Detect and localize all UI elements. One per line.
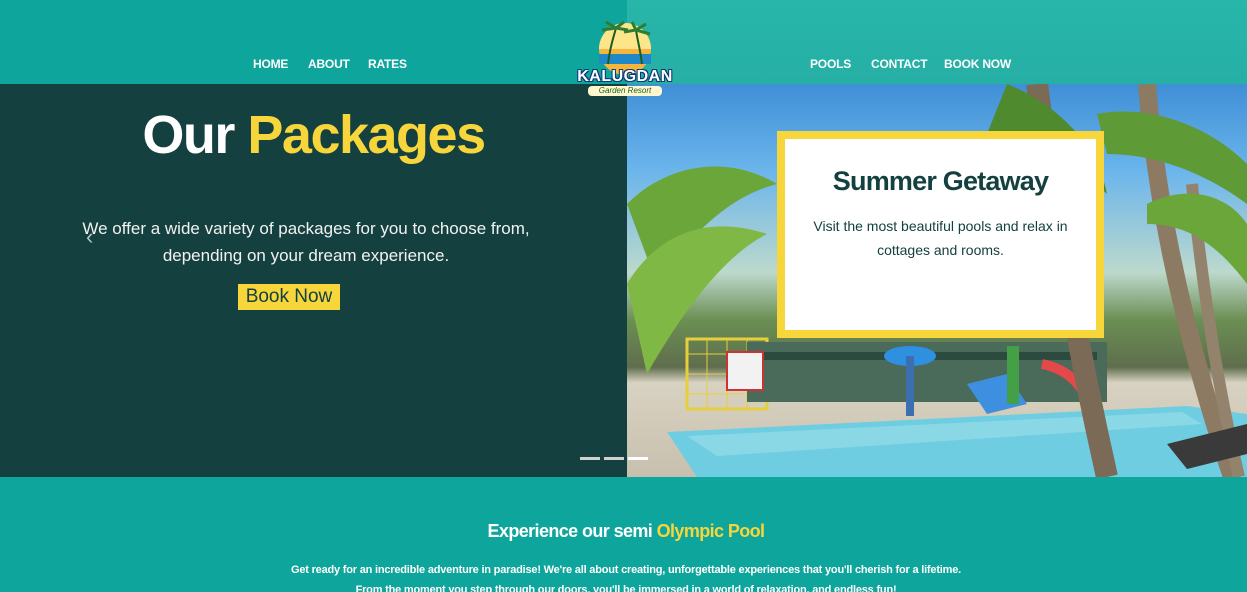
hero-desc-line1: We offer a wide variety of packages for … — [82, 219, 530, 238]
logo-emblem-icon — [599, 20, 651, 75]
hero-panel: Our Packages ‹ We offer a wide variety o… — [0, 84, 627, 477]
pool-title-white: Experience our semi — [487, 521, 653, 541]
carousel-indicator[interactable] — [580, 457, 600, 460]
hero-title-accent: Packages — [247, 105, 486, 165]
package-title: Summer Getaway — [832, 166, 1049, 196]
package-text: Visit the most beautiful pools and relax… — [813, 218, 1068, 258]
logo-tagline: Garden Resort — [588, 86, 662, 96]
book-now-button[interactable]: Book Now — [238, 284, 340, 310]
pool-section-line2: From the moment you step through our doo… — [355, 584, 897, 592]
nav-pools[interactable]: POOLS — [810, 57, 851, 71]
pool-section-title: Experience our semi Olympic Pool — [0, 521, 1247, 542]
nav-photo-overlay — [627, 0, 1247, 84]
resort-logo[interactable]: KALUGDAN Garden Resort — [570, 16, 680, 98]
nav-home[interactable]: HOME — [253, 57, 288, 71]
hero-desc-line2: depending on your dream experience. — [162, 246, 450, 265]
carousel-indicator[interactable] — [604, 457, 624, 460]
nav-contact[interactable]: CONTACT — [871, 57, 928, 71]
logo-name: KALUGDAN — [577, 68, 673, 85]
pool-title-accent: Olympic Pool — [656, 521, 765, 541]
hero-title: Our Packages — [0, 104, 627, 166]
nav-rates[interactable]: RATES — [368, 57, 407, 71]
pool-section: Experience our semi Olympic Pool Get rea… — [0, 477, 1247, 592]
carousel-indicator-active[interactable] — [628, 457, 648, 460]
nav-book-now[interactable]: BOOK NOW — [944, 57, 1011, 71]
hero-title-white: Our — [142, 105, 235, 165]
hero-description: We offer a wide variety of packages for … — [0, 215, 612, 269]
pool-section-line1: Get ready for an incredible adventure in… — [290, 564, 961, 576]
package-card: Summer Getaway Visit the most beautiful … — [777, 131, 1104, 338]
nav-about[interactable]: ABOUT — [308, 57, 350, 71]
